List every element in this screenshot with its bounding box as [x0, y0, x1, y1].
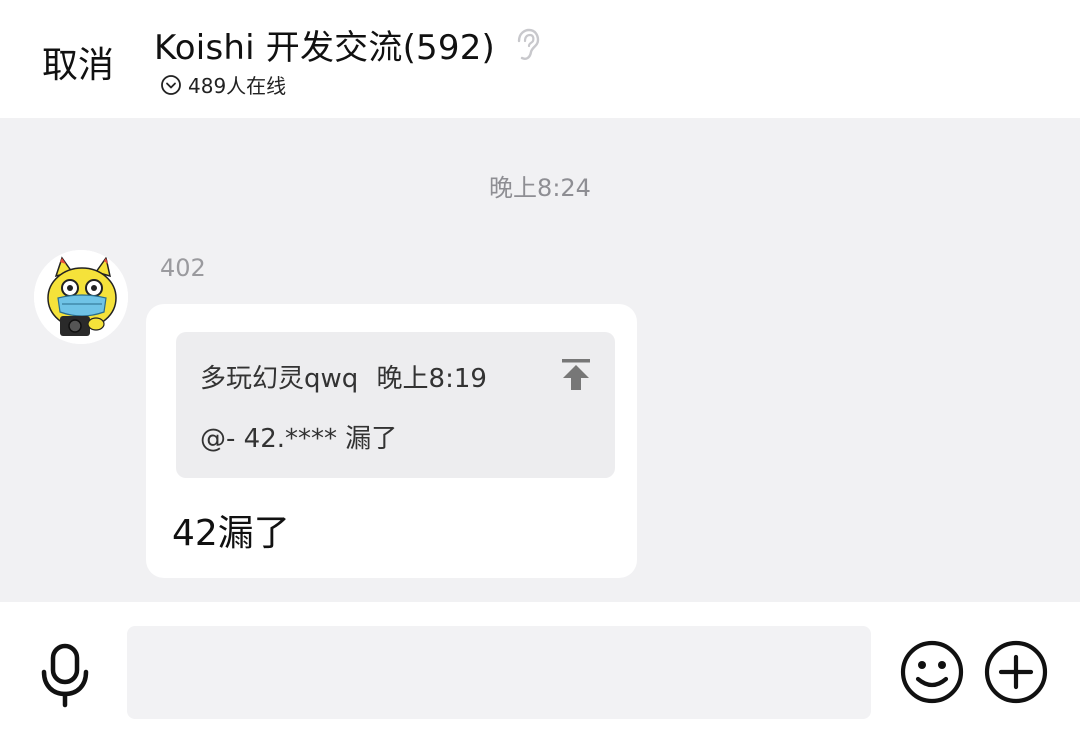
chat-header: 取消 Koishi 开发交流(592) 489人在线 — [0, 0, 1080, 118]
message-list[interactable]: 晚上8:24 402 多玩幻灵qwq 晚上8:19 @- 42.**** 漏了 … — [0, 118, 1080, 602]
sender-name[interactable]: 402 — [160, 254, 206, 282]
smiley-icon[interactable] — [899, 639, 965, 705]
cancel-button[interactable]: 取消 — [42, 36, 114, 88]
message-timestamp: 晚上8:24 — [489, 174, 591, 202]
online-count: 489人在线 — [188, 74, 287, 98]
plus-circle-icon[interactable] — [983, 639, 1049, 705]
title-row: Koishi 开发交流(592) — [154, 20, 541, 69]
avatar[interactable] — [34, 250, 128, 344]
cat-with-mask-avatar — [34, 250, 128, 344]
message-text: 42漏了 — [172, 513, 290, 554]
group-title[interactable]: Koishi 开发交流(592) — [154, 20, 495, 69]
quote-text: @- 42.**** 漏了 — [200, 424, 398, 454]
message-bubble[interactable]: 多玩幻灵qwq 晚上8:19 @- 42.**** 漏了 42漏了 — [146, 304, 637, 578]
online-status[interactable]: 489人在线 — [160, 70, 286, 99]
jump-to-top-icon[interactable] — [559, 356, 593, 392]
input-bar — [0, 602, 1080, 742]
ear-icon[interactable] — [511, 27, 541, 63]
chevron-down-circle-icon — [161, 74, 181, 95]
quoted-message[interactable]: 多玩幻灵qwq 晚上8:19 @- 42.**** 漏了 — [176, 332, 615, 478]
quote-header: 多玩幻灵qwq 晚上8:19 — [200, 358, 487, 395]
quote-author: 多玩幻灵qwq — [200, 364, 359, 394]
quote-time: 晚上8:19 — [376, 364, 487, 394]
microphone-icon[interactable] — [38, 642, 92, 708]
message-input[interactable] — [127, 626, 871, 719]
